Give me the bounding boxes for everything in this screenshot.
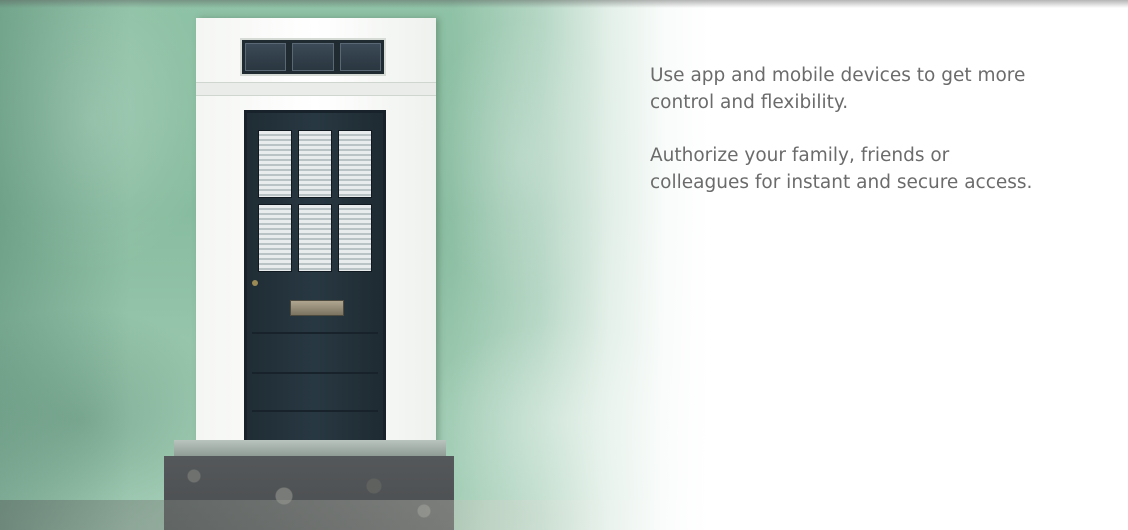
feature-paragraph-control: Use app and mobile devices to get more c… [650,65,1026,113]
feature-paragraph-authorize: Authorize your family, friends or collea… [650,145,1033,193]
feature-copy: Use app and mobile devices to get more c… [650,62,1070,222]
top-shadow [0,0,1128,8]
